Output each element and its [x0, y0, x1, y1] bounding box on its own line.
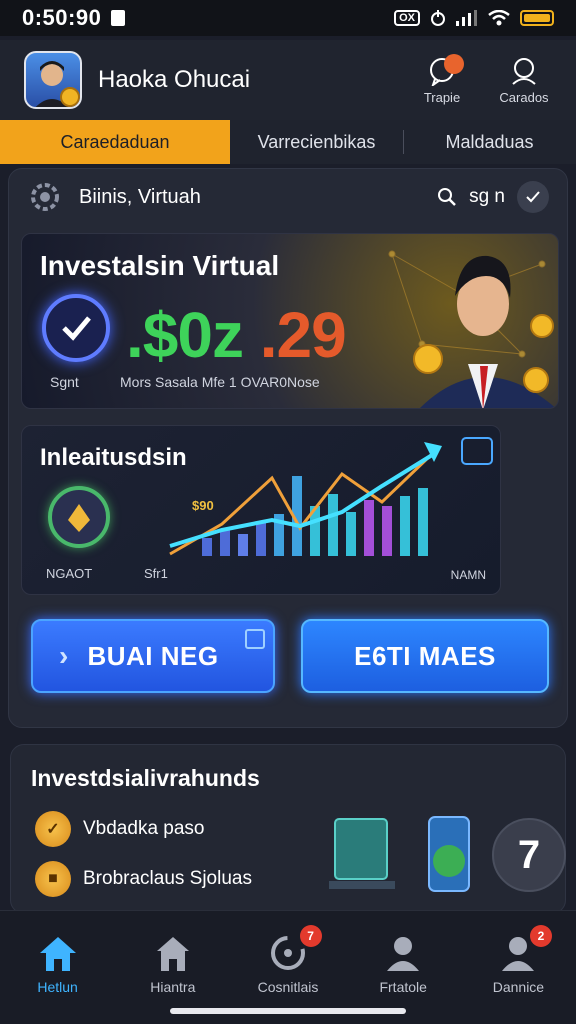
- chart-left-label: NGAOT: [46, 566, 93, 581]
- nav-label: Cosnitlais: [257, 979, 319, 995]
- status-bar: 0:50:90 OX: [0, 0, 576, 36]
- chart-bars: [202, 476, 428, 556]
- tab-varrecienbikas[interactable]: Varrecienbikas: [230, 120, 403, 164]
- header-actions: Trapie Carados: [414, 53, 552, 105]
- devices-icon: [329, 816, 470, 892]
- search-icon[interactable]: [437, 187, 457, 207]
- gear-coins-icon: [31, 183, 59, 211]
- checkbox-icon: [245, 629, 265, 649]
- nav-badge: 7: [299, 925, 322, 947]
- coin-icon: ✓: [35, 811, 71, 847]
- buy-button[interactable]: › BUAI NEG: [31, 619, 275, 693]
- list-item[interactable]: ■ Brobraclaus Sjoluas: [35, 861, 252, 897]
- nav-badge: 2: [530, 925, 553, 947]
- card-header: Biinis, Virtuah sg n: [9, 169, 567, 225]
- card-actions: sg n: [437, 181, 549, 213]
- ring-label: Sgnt: [50, 374, 79, 390]
- status-icons: OX: [394, 9, 554, 27]
- home-indicator[interactable]: [170, 1008, 406, 1014]
- tab-caraedaduan[interactable]: Caraedaduan: [0, 120, 230, 164]
- caradados-button[interactable]: Carados: [496, 56, 552, 105]
- banner-title: Investalsin Virtual: [40, 250, 280, 281]
- wifi-icon: [488, 10, 510, 26]
- amount-part1: .$0z: [126, 299, 244, 371]
- investment-banner[interactable]: Investalsin Virtual .$0z .29 Sgnt Mors S…: [21, 233, 559, 409]
- chevron-right-icon: ›: [59, 640, 69, 671]
- tab-maldaduas[interactable]: Maldaduas: [403, 120, 576, 164]
- coin-icon: ■: [35, 861, 71, 897]
- notification-icon: [111, 10, 126, 26]
- checkmark-icon: [62, 316, 91, 341]
- vibrate-icon: [431, 10, 445, 26]
- chart-mid-label: Sfr1: [144, 566, 168, 581]
- sell-button-label: E6TI MAES: [354, 640, 496, 671]
- check-icon: [526, 191, 540, 203]
- building-icon: [156, 937, 189, 971]
- notification-dot: [444, 53, 464, 74]
- trapie-label: Trapie: [423, 89, 461, 105]
- buy-button-label: BUAI NEG: [87, 640, 219, 671]
- list-item-label: Vbdadka paso: [83, 818, 205, 839]
- trapie-button[interactable]: Trapie: [414, 53, 470, 105]
- profile-icon: [512, 57, 536, 85]
- growth-chart: [169, 437, 493, 556]
- nav-item-dannice[interactable]: 2 Dannice: [461, 911, 576, 1024]
- nav-item-home[interactable]: Hetlun: [0, 911, 115, 1024]
- investment-chart-card[interactable]: Inleaitusdsin $90 NGAOT Sfr1 NAMN: [21, 425, 501, 595]
- tab-bar: Caraedaduan Varrecienbikas Maldaduas: [0, 120, 576, 164]
- card-title: Biinis, Virtuah: [79, 185, 201, 208]
- investment-options-card: Investdsialivrahunds ✓ Vbdadka paso ■ Br…: [10, 744, 566, 914]
- list-item[interactable]: ✓ Vbdadka paso: [35, 811, 205, 847]
- nav-label: Frtatole: [379, 979, 427, 995]
- nav-label: Hetlun: [37, 979, 78, 995]
- user-icon: [387, 937, 420, 971]
- signal-icon: [456, 10, 477, 26]
- app-header: Haoka Ohucai Trapie Carados: [0, 40, 576, 120]
- check-button[interactable]: [517, 181, 549, 213]
- balance-amount: .$0z .29: [126, 298, 347, 372]
- verified-badge: [42, 294, 110, 362]
- businessman-icon: [413, 255, 556, 408]
- nav-label: Dannice: [492, 979, 545, 995]
- bottom-nav: Hetlun Hiantra 7 Cosnitlais Frtatole 2 D…: [0, 910, 576, 1024]
- battery-icon: [520, 10, 554, 26]
- status-badge: OX: [394, 10, 420, 26]
- floating-action-button[interactable]: 7: [492, 818, 566, 892]
- home-icon: [39, 937, 76, 971]
- status-time: 0:50:90: [22, 5, 102, 30]
- avatar-person-icon: [35, 61, 80, 107]
- sell-button[interactable]: E6TI MAES: [301, 619, 549, 693]
- list-item-label: Brobraclaus Sjoluas: [83, 868, 252, 889]
- nav-label: Hiantra: [150, 979, 196, 995]
- avatar[interactable]: [24, 51, 82, 109]
- main-card: Biinis, Virtuah sg n Investalsin Virtual…: [8, 168, 568, 728]
- banner-subtitle: Mors Sasala Mfe 1 OVAR0Nose: [120, 374, 320, 390]
- chart-right-label: NAMN: [450, 568, 486, 582]
- options-title: Investdsialivrahunds: [31, 765, 260, 791]
- search-text[interactable]: sg n: [469, 186, 505, 208]
- caradados-label: Carados: [499, 89, 549, 105]
- amount-part2: .29: [242, 299, 347, 371]
- app-title: Haoka Ohucai: [98, 66, 251, 93]
